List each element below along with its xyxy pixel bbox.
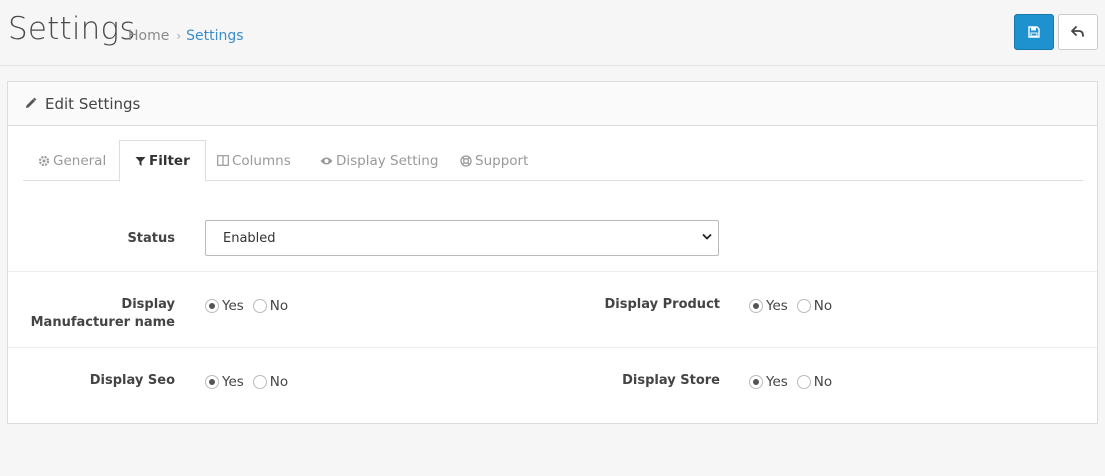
- display-product-no[interactable]: No: [796, 298, 833, 314]
- tab-columns-label: Columns: [232, 152, 291, 169]
- row-divider: [8, 347, 1097, 348]
- gear-icon: [38, 155, 50, 166]
- tab-display-setting[interactable]: Display Setting: [320, 140, 438, 181]
- display-store-radio-group: Yes No: [749, 374, 841, 390]
- breadcrumb-separator: ›: [176, 29, 182, 43]
- display-manufacturer-yes[interactable]: Yes: [205, 298, 244, 314]
- tab-general[interactable]: General: [38, 140, 106, 181]
- tab-display-setting-label: Display Setting: [336, 152, 439, 169]
- status-select-value: Enabled: [223, 230, 276, 246]
- floppy-disk-icon: [1028, 26, 1040, 38]
- radio-button[interactable]: [796, 375, 811, 389]
- back-button[interactable]: [1058, 14, 1098, 50]
- tab-general-label: General: [53, 152, 107, 169]
- radio-button[interactable]: [796, 299, 811, 313]
- reply-arrow-icon: [1071, 26, 1084, 37]
- radio-button[interactable]: [749, 299, 763, 313]
- breadcrumb-settings[interactable]: Settings: [186, 28, 243, 44]
- tab-support[interactable]: Support: [460, 140, 528, 181]
- radio-button[interactable]: [749, 375, 763, 389]
- display-seo-radio-group: Yes No: [205, 374, 297, 390]
- radio-button[interactable]: [205, 299, 219, 313]
- columns-icon: [217, 155, 229, 166]
- tab-support-label: Support: [475, 152, 529, 169]
- breadcrumb-home[interactable]: Home: [128, 28, 169, 44]
- display-store-label: Display Store: [622, 373, 720, 388]
- lifebuoy-icon: [460, 154, 472, 167]
- display-product-radio-group: Yes No: [749, 298, 841, 314]
- panel-title: Edit Settings: [45, 94, 141, 113]
- display-store-yes[interactable]: Yes: [749, 374, 788, 390]
- tab-bar: General Filter Columns Display Setting S…: [23, 140, 1083, 182]
- display-manufacturer-no[interactable]: No: [252, 298, 289, 314]
- display-manufacturer-label: Display Manufacturer name: [30, 297, 175, 330]
- radio-button[interactable]: [205, 375, 219, 389]
- yes-label: Yes: [766, 298, 788, 314]
- filter-icon: [135, 156, 146, 166]
- no-label: No: [269, 374, 289, 390]
- panel-heading: Edit Settings: [8, 82, 1097, 126]
- display-seo-no[interactable]: No: [252, 374, 289, 390]
- chevron-down-icon: [702, 233, 712, 240]
- radio-button[interactable]: [252, 375, 267, 389]
- display-store-no[interactable]: No: [796, 374, 833, 390]
- yes-label: Yes: [222, 374, 244, 390]
- display-manufacturer-radio-group: Yes No: [205, 298, 297, 314]
- display-product-yes[interactable]: Yes: [749, 298, 788, 314]
- page-header: Settings Home › Settings: [0, 0, 1105, 66]
- display-product-label: Display Product: [604, 297, 720, 312]
- tab-filter[interactable]: Filter: [119, 140, 206, 182]
- yes-label: Yes: [766, 374, 788, 390]
- save-button[interactable]: [1014, 14, 1054, 50]
- status-select[interactable]: Enabled: [205, 220, 719, 256]
- page-title: Settings: [8, 11, 136, 47]
- yes-label: Yes: [222, 298, 244, 314]
- display-seo-yes[interactable]: Yes: [205, 374, 244, 390]
- no-label: No: [269, 298, 289, 314]
- settings-panel: Edit Settings General Filter Columns Dis…: [7, 81, 1098, 424]
- no-label: No: [813, 298, 833, 314]
- row-divider: [8, 271, 1097, 272]
- breadcrumb: Home › Settings: [128, 28, 244, 44]
- display-seo-label: Display Seo: [89, 373, 175, 388]
- eye-icon: [320, 157, 333, 164]
- radio-button[interactable]: [252, 299, 267, 313]
- status-label: Status: [127, 231, 175, 246]
- tab-columns[interactable]: Columns: [217, 140, 291, 181]
- no-label: No: [813, 374, 833, 390]
- pencil-icon: [26, 97, 37, 108]
- tab-filter-label: Filter: [149, 153, 190, 169]
